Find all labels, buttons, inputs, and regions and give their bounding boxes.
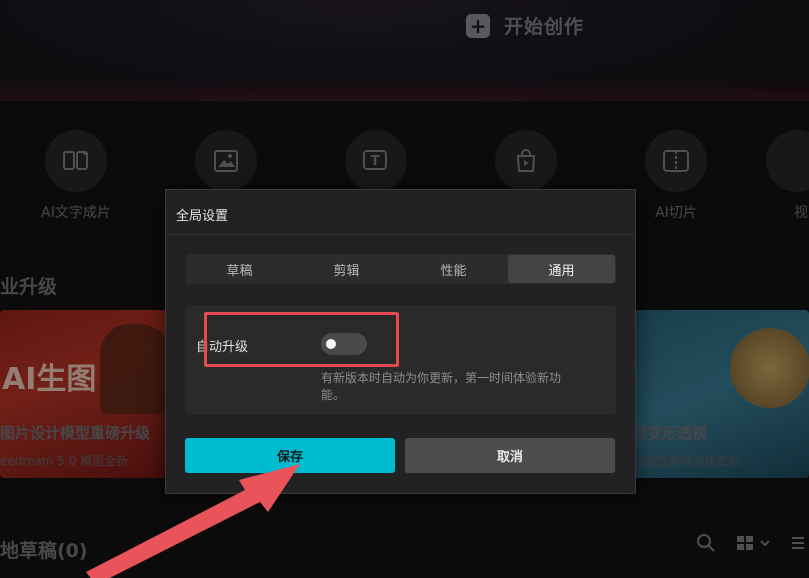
annotation-arrow-icon bbox=[86, 464, 300, 578]
